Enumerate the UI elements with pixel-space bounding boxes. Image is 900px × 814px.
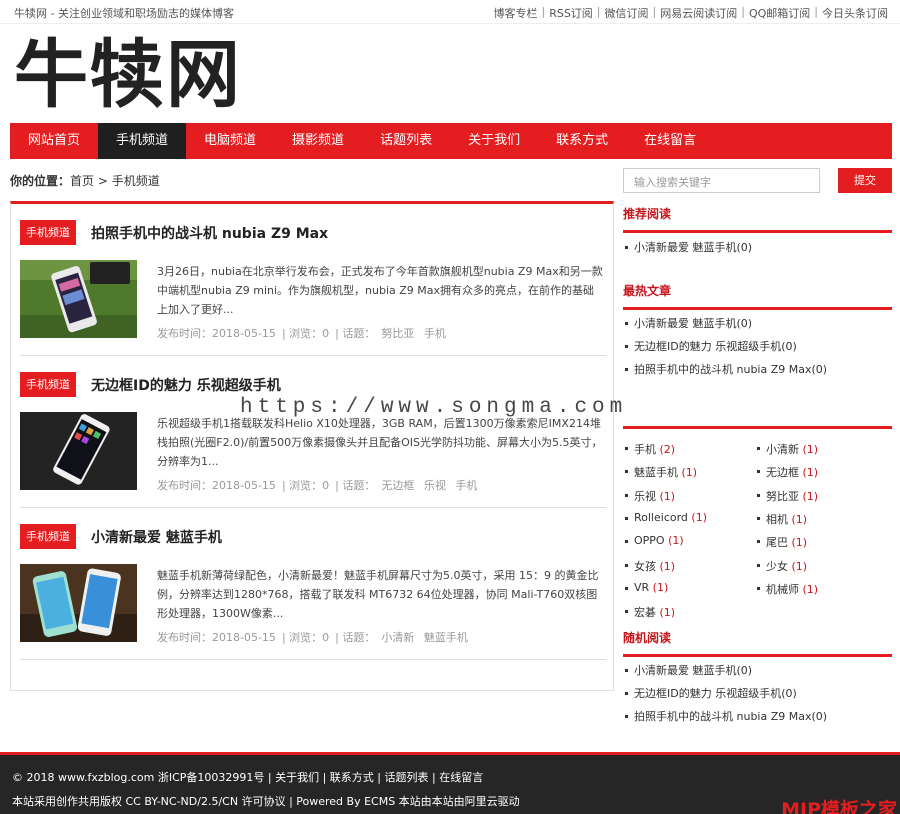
tag-link[interactable]: 努比亚 (1) bbox=[755, 488, 818, 504]
footer-copyright: © 2018 www.fxzblog.com 浙ICP备10032991号 | … bbox=[12, 769, 483, 785]
nav-computer[interactable]: 电脑频道 bbox=[186, 123, 274, 159]
article-item: 手机频道 拍照手机中的战斗机 nubia Z9 Max 3月26日，nubia在… bbox=[20, 204, 606, 356]
article-summary: 3月26日，nubia在北京举行发布会，正式发布了今年首款旗舰机型nubia Z… bbox=[157, 262, 603, 319]
link-rss[interactable]: RSS订阅 bbox=[549, 5, 593, 21]
tag-link[interactable]: Rolleicord (1) bbox=[623, 511, 707, 524]
recommend-list: 小清新最爱 魅蓝手机(0) bbox=[623, 236, 892, 259]
hot-title: 最热文章 bbox=[623, 282, 892, 310]
recommend-title: 推荐阅读 bbox=[623, 205, 892, 233]
subscribe-links: 博客专栏| RSS订阅| 微信订阅| 网易云阅读订阅| QQ邮箱订阅| 今日头条… bbox=[493, 5, 888, 21]
tag-cloud: 手机 (2) 小清新 (1) 魅蓝手机 (1) 无边框 (1) 乐视 (1) 努… bbox=[623, 426, 892, 429]
link-toutiao[interactable]: 今日头条订阅 bbox=[822, 5, 888, 21]
footer-license: 本站采用创作共用版权 CC BY-NC-ND/2.5/CN 许可协议 | Pow… bbox=[12, 793, 520, 809]
link-wechat[interactable]: 微信订阅 bbox=[605, 5, 649, 21]
list-item[interactable]: 无边框ID的魅力 乐视超级手机(0) bbox=[623, 335, 892, 358]
tag-link[interactable]: 魅蓝手机 (1) bbox=[623, 464, 697, 480]
nav-home[interactable]: 网站首页 bbox=[10, 123, 98, 159]
tag-link[interactable]: 尾巴 (1) bbox=[755, 534, 807, 550]
tag-link[interactable]: 无边框 (1) bbox=[755, 464, 818, 480]
nav-topics[interactable]: 话题列表 bbox=[362, 123, 450, 159]
nav-phone[interactable]: 手机频道 bbox=[98, 123, 186, 159]
article-thumbnail[interactable] bbox=[20, 260, 137, 338]
topic-link[interactable]: 手机 bbox=[424, 327, 446, 340]
topic-label: 话题： bbox=[342, 327, 375, 340]
article-item: 手机频道 小清新最爱 魅蓝手机 魅蓝手机新薄荷绿配色，小清新最爱！魅蓝手机屏幕尺… bbox=[20, 508, 606, 660]
breadcrumb-current[interactable]: 手机频道 bbox=[112, 174, 160, 188]
article-item: 手机频道 无边框ID的魅力 乐视超级手机 乐视超级手机1搭载联发科Helio X… bbox=[20, 356, 606, 508]
tag-link[interactable]: VR (1) bbox=[623, 581, 668, 594]
list-item[interactable]: 小清新最爱 魅蓝手机(0) bbox=[623, 236, 892, 259]
article-title[interactable]: 无边框ID的魅力 乐视超级手机 bbox=[91, 375, 281, 395]
publish-date: 发布时间：2018-05-15 bbox=[157, 631, 276, 644]
list-item[interactable]: 小清新最爱 魅蓝手机(0) bbox=[623, 659, 892, 682]
breadcrumb-home[interactable]: 首页 bbox=[70, 174, 94, 188]
article-meta: 发布时间：2018-05-15| 浏览：0| 话题：努比亚 手机 bbox=[157, 325, 452, 341]
list-item[interactable]: 拍照手机中的战斗机 nubia Z9 Max(0) bbox=[623, 705, 892, 728]
nav-message[interactable]: 在线留言 bbox=[626, 123, 714, 159]
view-count: 浏览：0 bbox=[289, 327, 329, 340]
publish-date: 发布时间：2018-05-15 bbox=[157, 327, 276, 340]
article-list: 手机频道 拍照手机中的战斗机 nubia Z9 Max 3月26日，nubia在… bbox=[10, 201, 614, 691]
tag-link[interactable]: 女孩 (1) bbox=[623, 558, 675, 574]
tag-link[interactable]: 乐视 (1) bbox=[623, 488, 675, 504]
site-footer: © 2018 www.fxzblog.com 浙ICP备10032991号 | … bbox=[0, 752, 900, 814]
search-input[interactable]: 输入搜索关键字 bbox=[623, 168, 820, 193]
topic-link[interactable]: 努比亚 bbox=[381, 327, 414, 340]
tag-link[interactable]: 相机 (1) bbox=[755, 511, 807, 527]
topic-link[interactable]: 乐视 bbox=[424, 479, 446, 492]
article-title[interactable]: 小清新最爱 魅蓝手机 bbox=[91, 527, 222, 547]
random-list: 小清新最爱 魅蓝手机(0) 无边框ID的魅力 乐视超级手机(0) 拍照手机中的战… bbox=[623, 659, 892, 728]
article-title[interactable]: 拍照手机中的战斗机 nubia Z9 Max bbox=[91, 223, 328, 243]
site-slogan: 牛犊网 - 关注创业领域和职场励志的媒体博客 bbox=[14, 5, 234, 21]
category-tag[interactable]: 手机频道 bbox=[20, 220, 76, 245]
article-thumbnail[interactable] bbox=[20, 412, 137, 490]
list-item[interactable]: 无边框ID的魅力 乐视超级手机(0) bbox=[623, 682, 892, 705]
top-bar: 牛犊网 - 关注创业领域和职场励志的媒体博客 博客专栏| RSS订阅| 微信订阅… bbox=[0, 0, 900, 24]
topic-link[interactable]: 无边框 bbox=[381, 479, 414, 492]
list-item[interactable]: 拍照手机中的战斗机 nubia Z9 Max(0) bbox=[623, 358, 892, 381]
topic-link[interactable]: 手机 bbox=[455, 479, 477, 492]
breadcrumb-separator: > bbox=[98, 174, 108, 188]
tag-link[interactable]: 手机 (2) bbox=[623, 441, 675, 457]
tag-link[interactable]: 少女 (1) bbox=[755, 558, 807, 574]
hot-list: 小清新最爱 魅蓝手机(0) 无边框ID的魅力 乐视超级手机(0) 拍照手机中的战… bbox=[623, 312, 892, 381]
nav-photo[interactable]: 摄影频道 bbox=[274, 123, 362, 159]
article-meta: 发布时间：2018-05-15| 浏览：0| 话题：无边框 乐视 手机 bbox=[157, 477, 483, 493]
site-logo[interactable]: 牛犊网 bbox=[14, 30, 242, 120]
list-item[interactable]: 小清新最爱 魅蓝手机(0) bbox=[623, 312, 892, 335]
tag-link[interactable]: OPPO (1) bbox=[623, 534, 684, 547]
topic-link[interactable]: 魅蓝手机 bbox=[424, 631, 468, 644]
topic-label: 话题： bbox=[342, 631, 375, 644]
breadcrumb-label: 你的位置： bbox=[10, 174, 70, 188]
tag-link[interactable]: 小清新 (1) bbox=[755, 441, 818, 457]
article-summary: 乐视超级手机1搭载联发科Helio X10处理器，3GB RAM，后置1300万… bbox=[157, 414, 603, 471]
article-thumbnail[interactable] bbox=[20, 564, 137, 642]
tag-link[interactable]: 机械师 (1) bbox=[755, 581, 818, 597]
view-count: 浏览：0 bbox=[289, 479, 329, 492]
random-title: 随机阅读 bbox=[623, 629, 892, 657]
article-meta: 发布时间：2018-05-15| 浏览：0| 话题：小清新 魅蓝手机 bbox=[157, 629, 474, 645]
link-qq-mail[interactable]: QQ邮箱订阅 bbox=[749, 5, 810, 21]
view-count: 浏览：0 bbox=[289, 631, 329, 644]
tag-link[interactable]: 宏碁 (1) bbox=[623, 604, 675, 620]
nav-contact[interactable]: 联系方式 bbox=[538, 123, 626, 159]
link-blog-column[interactable]: 博客专栏 bbox=[493, 5, 537, 21]
nav-about[interactable]: 关于我们 bbox=[450, 123, 538, 159]
search-submit-button[interactable]: 提交 bbox=[838, 168, 892, 193]
breadcrumb: 你的位置：首页 > 手机频道 bbox=[10, 172, 160, 189]
watermark-text: https://www.songma.com bbox=[240, 396, 627, 419]
article-summary: 魅蓝手机新薄荷绿配色，小清新最爱！魅蓝手机屏幕尺寸为5.0英寸，采用 15：9 … bbox=[157, 566, 603, 623]
topic-link[interactable]: 小清新 bbox=[381, 631, 414, 644]
publish-date: 发布时间：2018-05-15 bbox=[157, 479, 276, 492]
category-tag[interactable]: 手机频道 bbox=[20, 524, 76, 549]
link-netease[interactable]: 网易云阅读订阅 bbox=[660, 5, 737, 21]
topic-label: 话题： bbox=[342, 479, 375, 492]
main-nav: 网站首页 手机频道 电脑频道 摄影频道 话题列表 关于我们 联系方式 在线留言 bbox=[10, 123, 892, 159]
category-tag[interactable]: 手机频道 bbox=[20, 372, 76, 397]
mip-watermark-logo: MIP模板之家 bbox=[781, 795, 897, 814]
